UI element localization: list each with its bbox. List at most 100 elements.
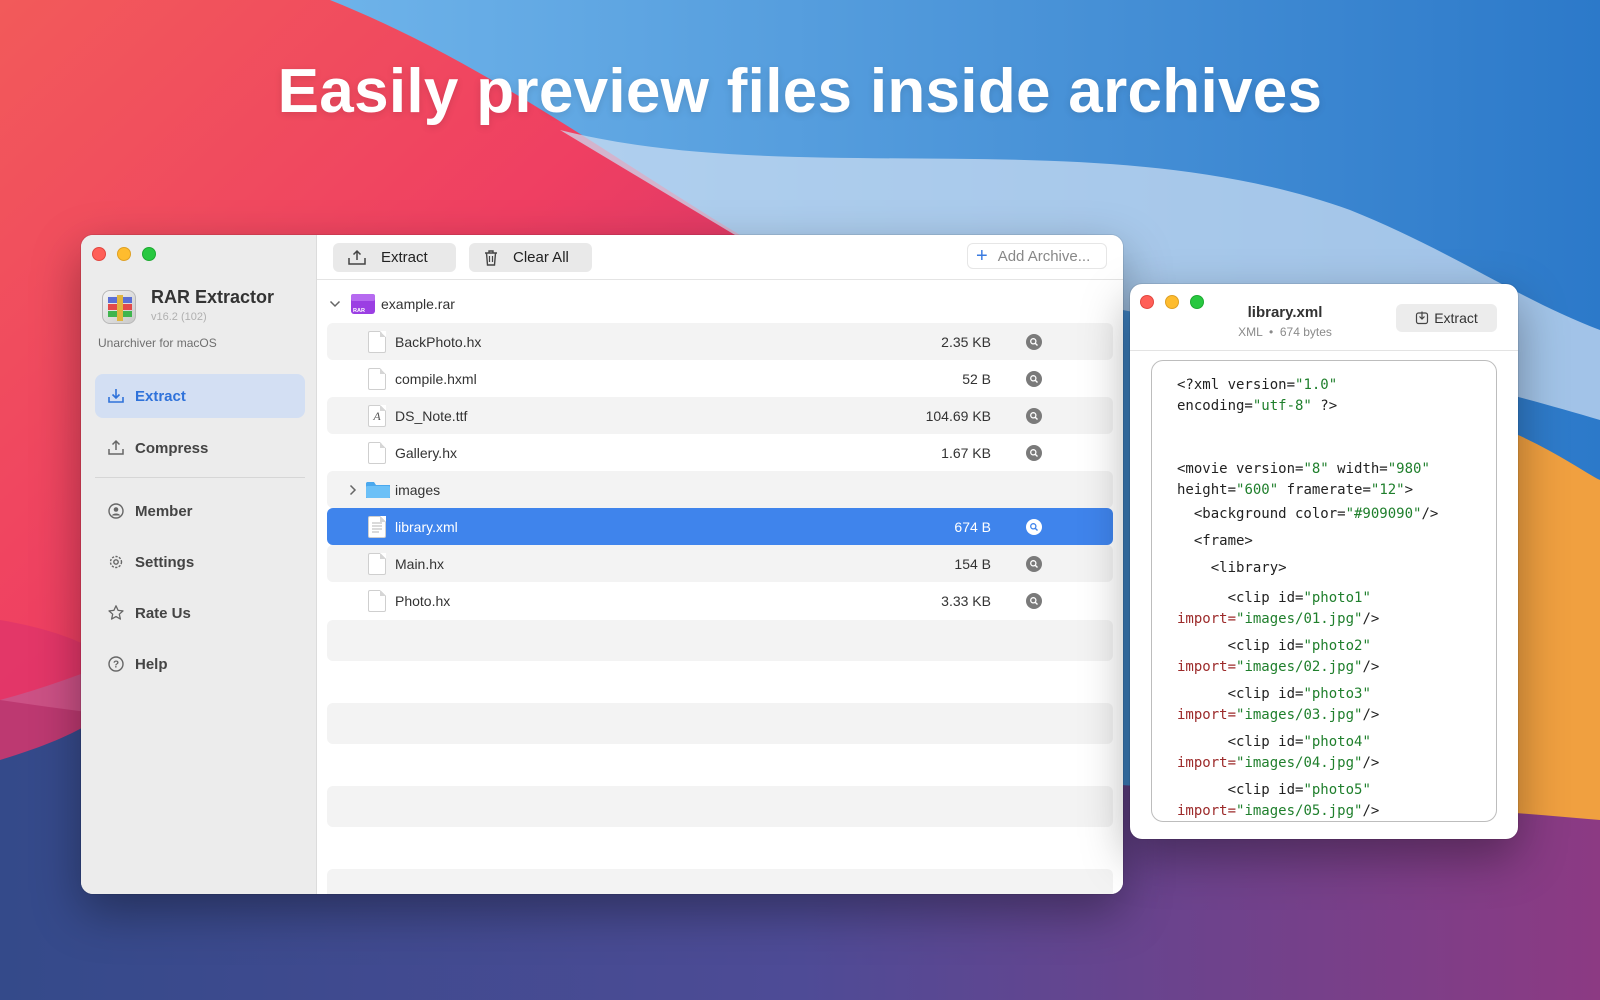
trash-icon [483, 249, 499, 267]
sidebar-item-member[interactable]: Member [95, 489, 305, 533]
file-size: 104.69 KB [925, 408, 991, 424]
sidebar-item-settings[interactable]: Settings [95, 540, 305, 584]
code-text: <?xml version= [1177, 377, 1296, 393]
close-button[interactable] [92, 247, 106, 261]
sidebar-item-rate-us[interactable]: Rate Us [95, 591, 305, 635]
code-text: encoding= [1177, 398, 1253, 414]
font-file-icon: A [367, 405, 387, 427]
person-icon [107, 502, 125, 520]
extract-icon [107, 387, 125, 405]
empty-row [327, 869, 1113, 894]
preview-title: library.xml [1247, 304, 1323, 321]
file-size: 52 B [962, 371, 991, 387]
code-text: height= [1177, 482, 1237, 498]
code-text: /> [1362, 707, 1380, 723]
code-text: <clip id= [1177, 782, 1304, 798]
compress-icon [107, 439, 125, 457]
sidebar-divider [95, 477, 305, 478]
code-attr: import= [1177, 803, 1237, 819]
separator: • [1268, 325, 1274, 339]
empty-row [327, 786, 1113, 827]
sidebar-item-label: Settings [135, 553, 195, 571]
sidebar-item-compress[interactable]: Compress [95, 426, 305, 470]
rar-archive-icon: RAR [351, 294, 375, 314]
folder-row[interactable]: images [327, 471, 1113, 508]
file-size: 2.35 KB [941, 334, 991, 350]
file-name: BackPhoto.hx [395, 334, 482, 350]
code-text: <background color= [1177, 506, 1346, 522]
code-value: "980" [1387, 461, 1430, 477]
add-archive-button-label: Add Archive... [997, 247, 1091, 265]
code-value: "photo3" [1303, 686, 1371, 702]
sidebar: RAR Extractor v16.2 (102) Unarchiver for… [81, 235, 317, 894]
extract-button[interactable]: Extract [333, 243, 456, 272]
quicklook-icon[interactable] [1026, 445, 1042, 461]
toolbar: Extract Clear All + Add Archive... [317, 235, 1123, 280]
code-text: > [1404, 482, 1414, 498]
code-text: /> [1362, 755, 1380, 771]
svg-text:?: ? [113, 660, 119, 671]
code-text: width= [1328, 461, 1388, 477]
add-archive-button[interactable]: + Add Archive... [967, 243, 1107, 269]
code-value: "images/03.jpg" [1236, 707, 1363, 723]
zoom-button[interactable] [142, 247, 156, 261]
file-name: library.xml [395, 519, 458, 535]
plus-icon: + [976, 245, 988, 267]
document-icon [367, 331, 387, 353]
file-row[interactable]: Gallery.hx 1.67 KB [327, 434, 1113, 471]
app-logo [102, 290, 136, 324]
code-text: <clip id= [1177, 590, 1304, 606]
code-value: "images/02.jpg" [1236, 659, 1363, 675]
quicklook-icon[interactable] [1026, 519, 1042, 535]
window-controls [92, 247, 156, 261]
file-name: Main.hx [395, 556, 445, 572]
file-name: images [395, 482, 441, 498]
code-text: ?> [1311, 398, 1338, 414]
file-row-selected[interactable]: library.xml 674 B [327, 508, 1113, 545]
extract-icon [347, 249, 367, 267]
extract-icon [1415, 311, 1429, 325]
minimize-button[interactable] [117, 247, 131, 261]
code-preview[interactable]: <?xml version="1.0" encoding="utf-8" ?> … [1151, 360, 1497, 822]
xml-code: <?xml version="1.0" encoding="utf-8" ?> … [1177, 375, 1438, 821]
svg-text:RAR: RAR [353, 308, 365, 314]
sidebar-item-label: Rate Us [135, 604, 191, 622]
document-icon [367, 442, 387, 464]
quicklook-icon[interactable] [1026, 408, 1042, 424]
app-subtitle: Unarchiver for macOS [98, 336, 217, 350]
quicklook-icon[interactable] [1026, 371, 1042, 387]
star-icon [107, 604, 125, 622]
file-row[interactable]: BackPhoto.hx 2.35 KB [327, 323, 1113, 360]
file-type: XML [1238, 325, 1263, 339]
quicklook-icon[interactable] [1026, 334, 1042, 350]
document-icon [367, 590, 387, 612]
code-attr: import= [1177, 659, 1237, 675]
file-browser: Extract Clear All + Add Archive... RAR e… [317, 235, 1123, 894]
file-row[interactable]: A DS_Note.ttf 104.69 KB [327, 397, 1113, 434]
sidebar-item-extract[interactable]: Extract [95, 374, 305, 418]
code-attr: import= [1177, 707, 1237, 723]
file-row[interactable]: Photo.hx 3.33 KB [327, 582, 1113, 619]
header-divider [1130, 350, 1518, 351]
xml-document-icon [367, 516, 387, 538]
quicklook-icon[interactable] [1026, 593, 1042, 609]
code-value: "images/05.jpg" [1236, 803, 1363, 819]
code-text: framerate= [1278, 482, 1371, 498]
chevron-right-icon[interactable] [349, 471, 357, 508]
quicklook-icon[interactable] [1026, 556, 1042, 572]
preview-extract-label: Extract [1434, 310, 1478, 326]
file-row[interactable]: compile.hxml 52 B [327, 360, 1113, 397]
preview-extract-button[interactable]: Extract [1396, 304, 1497, 332]
chevron-down-icon[interactable] [327, 300, 343, 308]
empty-row [327, 703, 1113, 744]
sidebar-item-help[interactable]: ? Help [95, 642, 305, 686]
archive-root-row[interactable]: RAR example.rar [327, 289, 455, 319]
code-text: <frame> [1177, 533, 1253, 549]
preview-subtitle: XML • 674 bytes [1130, 325, 1440, 339]
file-name: compile.hxml [395, 371, 477, 387]
clear-all-button[interactable]: Clear All [469, 243, 592, 272]
file-row[interactable]: Main.hx 154 B [327, 545, 1113, 582]
sidebar-item-label: Compress [135, 439, 209, 457]
code-value: "1.0" [1295, 377, 1338, 393]
code-value: "12" [1370, 482, 1405, 498]
